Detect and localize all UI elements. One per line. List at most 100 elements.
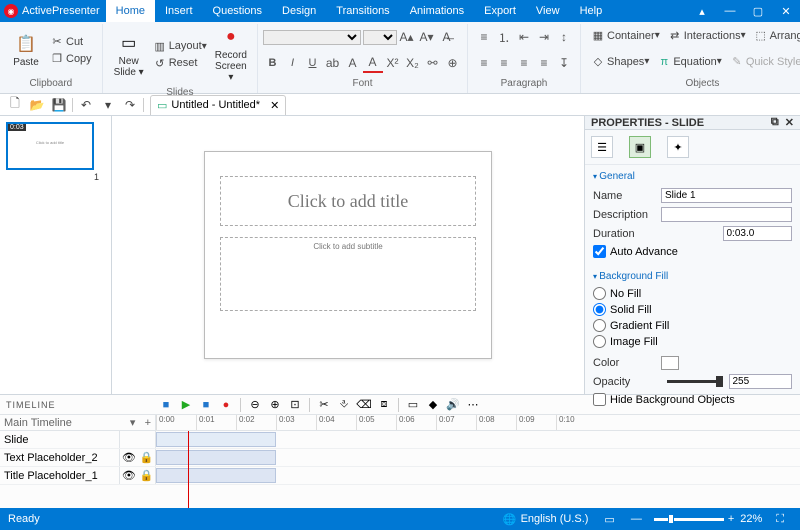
text-direction-button[interactable]: ↧ [554,53,574,73]
fill-image-radio[interactable]: Image Fill [593,335,792,348]
view-normal-button[interactable]: ▭ [596,513,622,526]
alert-button[interactable]: ● [216,396,236,414]
numbering-button[interactable]: ⒈ [494,27,514,47]
bullets-button[interactable]: ≡ [474,27,494,47]
save-button[interactable]: 💾 [48,96,70,114]
tab-design[interactable]: Design [272,0,326,22]
link-button[interactable]: ⚯ [423,53,443,73]
copy-button[interactable]: ❐Copy [46,50,96,67]
eye-icon[interactable]: 👁 [122,469,136,482]
strike-button[interactable]: ab [323,53,343,73]
arrange-button[interactable]: ⬚Arrange ▾ [750,27,800,44]
zoom-out-button[interactable]: ⊖ [245,396,265,414]
clip-text2[interactable] [156,450,276,465]
special-char-button[interactable]: ⊕ [443,53,463,73]
quick-style-button[interactable]: ✎Quick Style ▾ [726,53,800,70]
delete-button[interactable]: ⌫ [354,396,374,414]
paste-button[interactable]: 📋 Paste [6,31,46,70]
cut-button[interactable]: ✂Cut [46,33,96,50]
marker-button[interactable]: ◆ [423,396,443,414]
main-timeline-label[interactable]: Main Timeline▾ + [0,415,156,430]
more-button[interactable]: ⋯ [463,396,483,414]
justify-button[interactable]: ≡ [534,53,554,73]
shrink-font-button[interactable]: A▾ [417,27,437,47]
track-slide[interactable]: Slide [0,431,800,449]
select-button[interactable]: ▭ [403,396,423,414]
font-family-select[interactable] [263,30,361,45]
italic-button[interactable]: I [283,53,303,73]
align-center-button[interactable]: ≡ [494,53,514,73]
font-color-button[interactable]: A [363,53,383,73]
layout-button[interactable]: ▥Layout ▾ [149,38,211,55]
equation-button[interactable]: πEquation ▾ [653,53,725,70]
prop-tab-transition-icon[interactable]: ✦ [667,136,689,158]
record-screen-button[interactable]: ● RecordScreen ▾ [211,24,251,85]
fill-solid-radio[interactable]: Solid Fill [593,303,792,316]
slide-canvas[interactable]: Click to add title Click to add subtitle [112,116,584,394]
font-size-select[interactable] [363,30,397,45]
split-button[interactable]: ⎀ [334,396,354,414]
close-panel-icon[interactable]: ✕ [785,116,794,129]
color-swatch[interactable] [661,356,679,370]
opacity-input[interactable] [729,374,793,389]
redo-button[interactable]: ↷ [119,96,141,114]
eye-icon[interactable]: 👁 [122,451,136,464]
lock-icon[interactable]: 🔒 [139,469,153,482]
lock-icon[interactable]: 🔒 [139,451,153,464]
close-icon[interactable]: ✕ [772,0,800,22]
subtitle-placeholder[interactable]: Click to add subtitle [220,237,476,311]
underline-button[interactable]: U [303,53,323,73]
collapse-ribbon-icon[interactable]: ▴ [688,0,716,22]
shapes-button[interactable]: ◇Shapes ▾ [587,53,653,70]
tab-transitions[interactable]: Transitions [326,0,399,22]
section-general[interactable]: General [593,169,792,184]
language-button[interactable]: 🌐English (U.S.) [495,513,597,526]
clear-format-button[interactable]: A̶ [437,27,457,47]
slide-name-input[interactable] [661,188,792,203]
container-button[interactable]: ▦Container ▾ [587,27,664,44]
zoom-in-button[interactable]: ⊕ [265,396,285,414]
grow-font-button[interactable]: A▴ [397,27,417,47]
zoom-slider[interactable] [654,518,724,521]
track-text-ph2[interactable]: Text Placeholder_2 👁🔒 [0,449,800,467]
align-right-button[interactable]: ≡ [514,53,534,73]
maximize-icon[interactable]: ▢ [744,0,772,22]
fill-none-radio[interactable]: No Fill [593,287,792,300]
reset-button[interactable]: ↺Reset [149,55,211,72]
tab-home[interactable]: Home [106,0,155,22]
tab-animations[interactable]: Animations [400,0,474,22]
prop-tab-general-icon[interactable]: ☰ [591,136,613,158]
undo-more-button[interactable]: ▾ [97,96,119,114]
tab-help[interactable]: Help [570,0,613,22]
timeline-ruler[interactable]: 0:00 0:01 0:02 0:03 0:04 0:05 0:06 0:07 … [156,415,800,430]
auto-advance-check[interactable]: Auto Advance [593,245,792,258]
new-slide-button[interactable]: ▭ NewSlide ▾ [109,30,149,80]
title-placeholder[interactable]: Click to add title [220,176,476,226]
slide-desc-input[interactable] [661,207,792,222]
zoom-fit-button[interactable]: ⛶ [768,513,792,526]
superscript-button[interactable]: X² [383,53,403,73]
slide-thumbnail[interactable]: 0:03 Click to add title [6,122,94,170]
clip-slide[interactable] [156,432,276,447]
volume-button[interactable]: 🔊 [443,396,463,414]
zoom-fit-button[interactable]: ⊡ [285,396,305,414]
undo-button[interactable]: ↶ [75,96,97,114]
open-button[interactable]: 📂 [26,96,48,114]
tab-insert[interactable]: Insert [155,0,203,22]
document-tab[interactable]: ▭ Untitled - Untitled* ✕ [150,95,286,115]
bold-button[interactable]: B [263,53,283,73]
highlight-button[interactable]: A [343,53,363,73]
line-spacing-button[interactable]: ↕ [554,27,574,47]
tab-view[interactable]: View [526,0,570,22]
cut-tl-button[interactable]: ✂ [314,396,334,414]
indent-left-button[interactable]: ⇤ [514,27,534,47]
view-fit-button[interactable]: — [623,513,650,525]
tab-export[interactable]: Export [474,0,526,22]
crop-button[interactable]: ⧈ [374,396,394,414]
align-left-button[interactable]: ≡ [474,53,494,73]
indent-right-button[interactable]: ⇥ [534,27,554,47]
stop-button[interactable]: ■ [156,396,176,414]
subscript-button[interactable]: X₂ [403,53,423,73]
fill-gradient-radio[interactable]: Gradient Fill [593,319,792,332]
interactions-button[interactable]: ⇄Interactions ▾ [664,27,750,44]
